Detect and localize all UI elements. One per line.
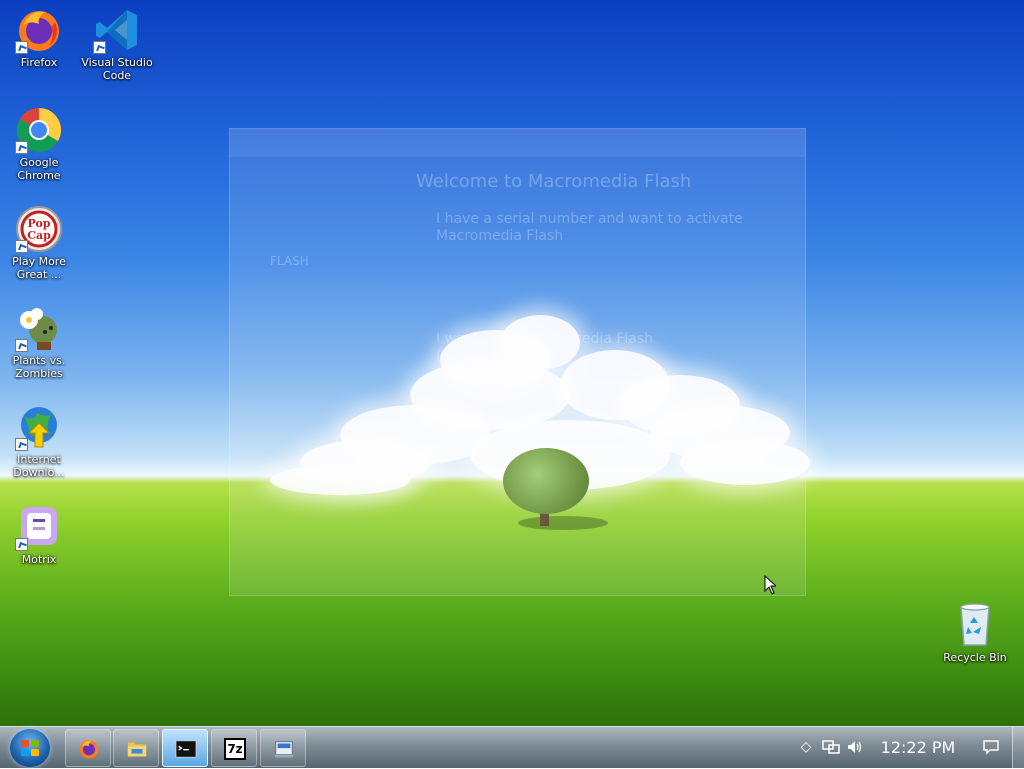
action-center-icon[interactable]	[982, 738, 1000, 756]
option-trial-title-line2: (30-day evaluation)	[436, 348, 574, 364]
internet-download-manager-icon	[15, 403, 63, 451]
desktop-icon-label: Motrix	[21, 553, 57, 566]
option-trial-title[interactable]: I want to try Macromedia Flash	[436, 331, 653, 347]
desktop-icon-label: Visual Studio Code	[81, 56, 153, 82]
taskbar-button-firefox[interactable]	[65, 729, 111, 767]
chrome-icon	[15, 106, 63, 154]
windows-logo-icon	[21, 740, 39, 756]
taskbar-button-file-explorer[interactable]	[113, 729, 159, 767]
window-heading: Welcome to Macromedia Flash	[416, 171, 692, 192]
svg-text:Cap: Cap	[27, 229, 51, 242]
network-icon[interactable]	[822, 738, 840, 756]
show-desktop-button[interactable]	[1012, 727, 1024, 769]
faded-installer-window[interactable]: FLASH Welcome to Macromedia Flash I have…	[229, 128, 806, 596]
show-hidden-icons-icon[interactable]: ◇	[797, 738, 815, 756]
plants-vs-zombies-icon	[15, 304, 63, 352]
firefox-icon	[79, 740, 99, 759]
desktop-icon-recycle-bin[interactable]: Recycle Bin	[939, 601, 1011, 664]
taskbar: 7z ◇ 12:22 PM	[0, 726, 1024, 769]
desktop-icon-label: Internet Downlo...	[13, 453, 65, 479]
desktop-icon-firefox[interactable]: Firefox	[3, 6, 75, 69]
window-titlebar[interactable]	[230, 129, 805, 157]
7zip-text: 7z	[227, 742, 243, 756]
installer-icon	[274, 741, 294, 758]
recycle-bin-icon	[951, 601, 999, 649]
desktop-icon-label: Recycle Bin	[943, 651, 1007, 664]
system-clock[interactable]: 12:22 PM	[868, 738, 968, 758]
desktop-icon-vscode[interactable]: Visual Studio Code	[81, 6, 153, 82]
desktop-icon-label: Play More Great ...	[12, 255, 66, 281]
logo-text: FLASH	[270, 254, 309, 268]
file-explorer-icon	[127, 742, 147, 757]
mouse-cursor-icon	[764, 575, 776, 595]
start-button[interactable]	[10, 729, 50, 767]
volume-icon[interactable]	[846, 738, 864, 756]
taskbar-button-7zip[interactable]: 7z	[211, 729, 257, 767]
desktop-icon-popcap[interactable]: Pop Cap Play More Great ...	[3, 205, 75, 281]
firefox-icon	[15, 6, 63, 54]
desktop-icon-label: Plants vs. Zombies	[12, 354, 66, 380]
vscode-icon	[93, 6, 141, 54]
desktop-icon-label: Firefox	[20, 56, 58, 69]
option-activate-title-line2: Macromedia Flash	[436, 228, 564, 244]
command-prompt-icon	[175, 740, 197, 758]
desktop-icon-label: Google Chrome	[17, 156, 61, 182]
popcap-icon: Pop Cap	[15, 205, 63, 253]
taskbar-button-installer[interactable]	[260, 729, 306, 767]
option-activate-title[interactable]: I have a serial number and want to activ…	[436, 211, 743, 227]
7zip-icon: 7z	[224, 738, 246, 760]
taskbar-button-command-prompt[interactable]	[162, 729, 208, 767]
desktop-icon-plants-vs-zombies[interactable]: Plants vs. Zombies	[3, 304, 75, 380]
desktop-icon-chrome[interactable]: Google Chrome	[3, 106, 75, 182]
desktop-icon-internet-download-manager[interactable]: Internet Downlo...	[3, 403, 75, 479]
motrix-icon	[15, 503, 63, 551]
desktop-icon-motrix[interactable]: Motrix	[3, 503, 75, 566]
